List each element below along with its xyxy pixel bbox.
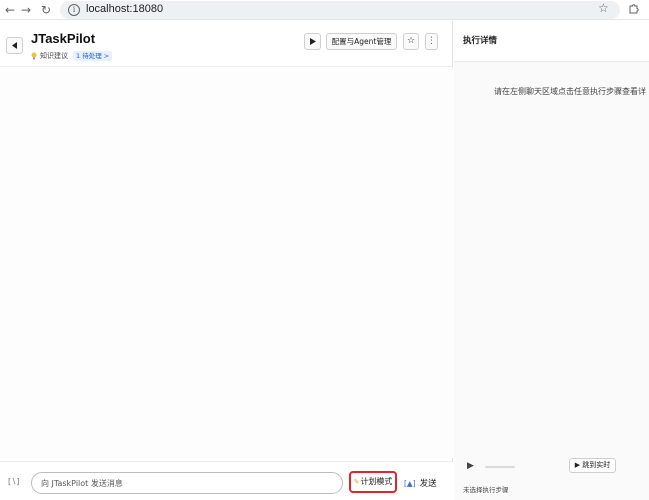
details-hint: 请在左侧聊天区域点击任意执行步骤查看详 — [494, 87, 646, 96]
info-icon[interactable]: i — [68, 4, 80, 16]
puzzle-icon[interactable] — [628, 2, 642, 16]
pencil-icon: ✎ — [353, 478, 360, 486]
knowledge-suggestion-link[interactable]: 知识建议 — [40, 51, 68, 61]
browser-toolbar: ← → ↻ i localhost:18080 ☆ — [0, 0, 649, 20]
more-button[interactable]: ⋮ — [425, 33, 438, 50]
execution-details-panel: 执行详情 请在左侧聊天区域点击任意执行步骤查看详 ▶ ▶ 跳到实时 未选择执行步… — [454, 21, 649, 500]
send-icon: [▲] — [404, 478, 416, 488]
chat-panel: JTaskPilot 知识建议 1 待处理 > 配置与Agent管理 ☆ ⋮ [… — [0, 21, 453, 500]
config-agent-button[interactable]: 配置与Agent管理 — [326, 33, 397, 50]
back-button[interactable] — [6, 37, 23, 54]
message-input[interactable] — [31, 472, 343, 494]
progress-slider[interactable] — [485, 466, 515, 468]
favorite-button[interactable]: ☆ — [403, 33, 419, 50]
reload-icon[interactable]: ↻ — [38, 2, 54, 18]
bookmark-star-icon[interactable]: ☆ — [598, 1, 609, 15]
arrow-right-icon[interactable]: → — [18, 2, 34, 18]
lightbulb-icon — [31, 52, 37, 60]
knowledge-suggestion-row: 知识建议 1 待处理 > — [31, 50, 113, 62]
chat-composer: [∖] ✎计划模式 [▲] 发送 — [0, 461, 453, 500]
star-icon: ☆ — [406, 36, 416, 46]
details-title: 执行详情 — [463, 36, 498, 46]
chat-messages-area[interactable] — [0, 68, 453, 458]
run-button[interactable] — [304, 33, 321, 50]
more-vertical-icon: ⋮ — [427, 36, 436, 46]
replay-controls: ▶ ▶ 跳到实时 未选择执行步骤 — [454, 451, 649, 500]
play-icon[interactable]: ▶ — [467, 461, 474, 471]
pending-badge[interactable]: 1 待处理 > — [73, 51, 113, 61]
no-step-selected-label: 未选择执行步骤 — [463, 486, 509, 494]
app-title: JTaskPilot — [31, 31, 96, 46]
plan-mode-label: 计划模式 — [360, 477, 393, 486]
url-text: localhost:18080 — [86, 3, 164, 15]
send-button[interactable]: [▲] 发送 — [404, 477, 437, 490]
chat-header: JTaskPilot 知识建议 1 待处理 > 配置与Agent管理 ☆ ⋮ — [0, 21, 453, 67]
clear-context-icon[interactable]: [∖] — [8, 476, 20, 488]
jump-to-live-button[interactable]: ▶ 跳到实时 — [569, 458, 616, 473]
plan-mode-button[interactable]: ✎计划模式 — [349, 471, 397, 493]
jump-label: 跳到实时 — [582, 461, 611, 469]
send-label: 发送 — [419, 479, 437, 489]
details-header: 执行详情 — [454, 21, 649, 62]
arrow-left-icon[interactable]: ← — [2, 2, 18, 18]
back-arrow-icon — [12, 42, 17, 49]
play-icon — [310, 38, 316, 45]
address-bar[interactable]: i localhost:18080 — [60, 1, 620, 19]
